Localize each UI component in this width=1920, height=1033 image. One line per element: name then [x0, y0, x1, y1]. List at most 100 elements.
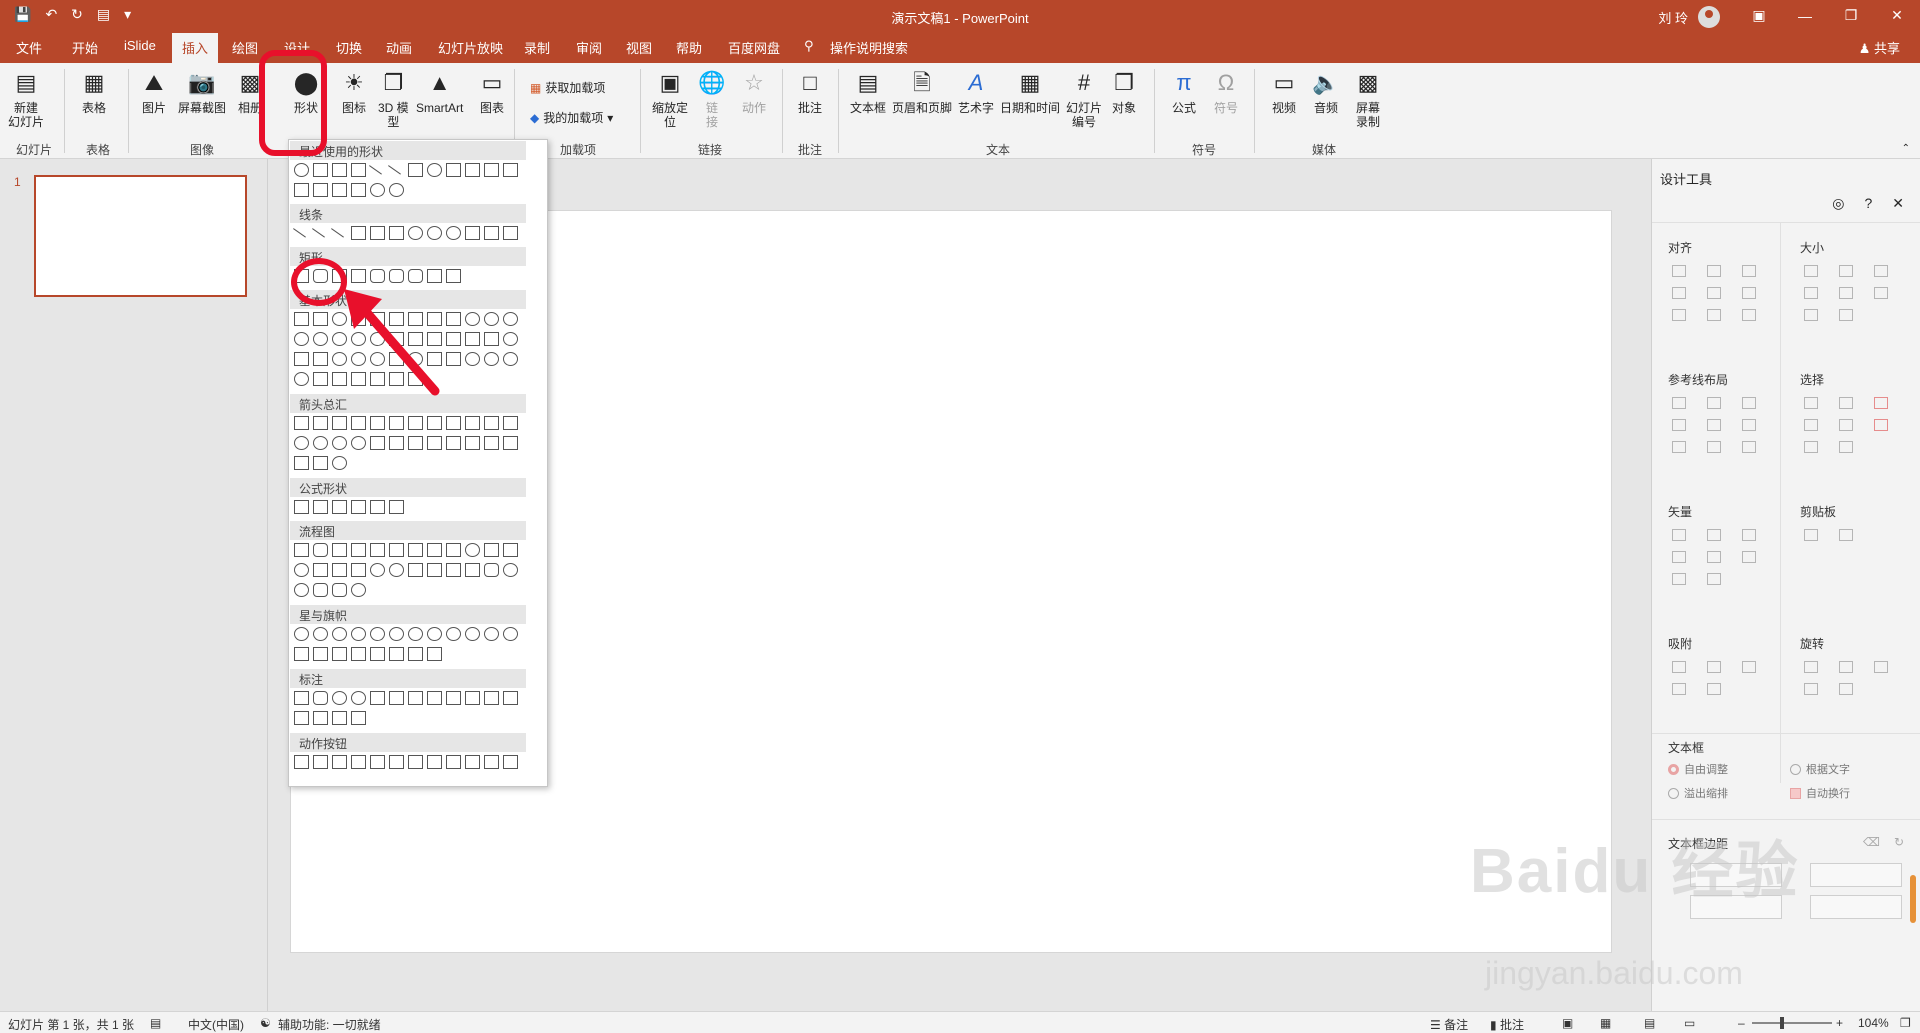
minus-shape[interactable] — [313, 500, 328, 514]
shape-item[interactable] — [313, 755, 328, 769]
equal-shape[interactable] — [370, 500, 385, 514]
align-center-icon[interactable] — [1707, 265, 1721, 277]
shape-item[interactable] — [465, 543, 480, 557]
guide-icon[interactable] — [1672, 419, 1686, 431]
overflow-shrink-option[interactable]: 溢出缩排 — [1668, 785, 1728, 801]
rotate-left-icon[interactable] — [1804, 661, 1818, 673]
rotate-right-icon[interactable] — [1839, 661, 1853, 673]
shape-item[interactable] — [465, 691, 480, 705]
shape-item[interactable] — [465, 352, 480, 366]
align-right-icon[interactable] — [1742, 265, 1756, 277]
shape-item[interactable] — [294, 456, 309, 470]
shape-item[interactable] — [313, 183, 328, 197]
fit-slide-icon[interactable]: ❐ — [1900, 1016, 1911, 1030]
shape-item[interactable] — [408, 543, 423, 557]
swap-icon[interactable] — [1874, 287, 1888, 299]
tab-slideshow[interactable]: 幻灯片放映 — [438, 38, 503, 57]
slideshow-view-icon[interactable]: ▭ — [1684, 1016, 1695, 1030]
close-icon[interactable]: ✕ — [1892, 195, 1904, 212]
shape-item[interactable] — [332, 647, 347, 661]
distribute-h-icon[interactable] — [1672, 309, 1686, 321]
target-icon[interactable]: ◎ — [1832, 195, 1844, 212]
tab-draw[interactable]: 绘图 — [232, 38, 258, 57]
shape-item[interactable] — [465, 312, 480, 326]
shape-item[interactable] — [503, 627, 518, 641]
shape-item[interactable] — [351, 416, 366, 430]
shape-item[interactable] — [427, 627, 442, 641]
audio-button[interactable]: 🔈 音频 — [1312, 69, 1340, 116]
zoom-slider-thumb[interactable] — [1780, 1017, 1784, 1029]
wordart-button[interactable]: A 艺术字 — [958, 69, 994, 116]
action-button[interactable]: ☆ 动作 — [740, 69, 768, 116]
shape-item[interactable] — [294, 163, 309, 177]
zoom-button[interactable]: ▣ 缩放定 位 — [652, 69, 688, 130]
shape-item[interactable] — [427, 647, 442, 661]
shape-item[interactable] — [389, 436, 404, 450]
margin-bottom-input[interactable] — [1810, 895, 1902, 919]
wrap-text-option[interactable]: 自动换行 — [1790, 785, 1850, 801]
reading-view-icon[interactable]: ▤ — [1644, 1016, 1655, 1030]
snap-icon[interactable] — [1672, 661, 1686, 673]
shape-item[interactable] — [370, 755, 385, 769]
shape-item[interactable] — [351, 711, 366, 725]
tab-help[interactable]: 帮助 — [676, 38, 702, 57]
snap-icon[interactable] — [1707, 683, 1721, 695]
guide-icon[interactable] — [1672, 397, 1686, 409]
shape-item[interactable] — [389, 691, 404, 705]
avatar[interactable] — [1698, 6, 1720, 28]
tab-review[interactable]: 审阅 — [576, 38, 602, 57]
shape-item[interactable] — [446, 226, 461, 240]
guide-icon[interactable] — [1742, 419, 1756, 431]
comment-button[interactable]: □ 批注 — [796, 69, 824, 116]
shape-item[interactable] — [389, 647, 404, 661]
shape-item[interactable] — [370, 183, 385, 197]
margin-right-input[interactable] — [1810, 863, 1902, 887]
select-icon[interactable] — [1839, 419, 1853, 431]
shape-item[interactable] — [484, 627, 499, 641]
shape-item[interactable] — [313, 563, 328, 577]
shape-item[interactable] — [389, 183, 404, 197]
shape-item[interactable] — [351, 543, 366, 557]
slide-number-button[interactable]: # 幻灯片 编号 — [1066, 69, 1102, 130]
shape-item[interactable] — [369, 159, 386, 175]
my-addins-button[interactable]: ◆ 我的加载项 ▾ — [530, 109, 613, 126]
divide-shape[interactable] — [351, 500, 366, 514]
shape-item[interactable] — [389, 416, 404, 430]
autofit-free-option[interactable]: 自由调整 — [1668, 761, 1728, 777]
shape-item[interactable] — [294, 183, 309, 197]
shape-item[interactable] — [389, 269, 404, 283]
shape-item[interactable] — [294, 416, 309, 430]
align-top-icon[interactable] — [1672, 287, 1686, 299]
spellcheck-icon[interactable]: ▤ — [150, 1016, 161, 1030]
link-button[interactable]: 🌐 链 接 — [698, 69, 726, 130]
shape-item[interactable] — [503, 226, 518, 240]
shape-item[interactable] — [313, 352, 328, 366]
shape-item[interactable] — [332, 163, 347, 177]
shape-item[interactable] — [294, 711, 309, 725]
shape-item[interactable] — [503, 543, 518, 557]
shape-item[interactable] — [503, 352, 518, 366]
smartart-button[interactable]: ▲ SmartArt — [416, 69, 463, 116]
shape-item[interactable] — [294, 755, 309, 769]
same-width-icon[interactable] — [1804, 265, 1818, 277]
screenshot-button[interactable]: 📷 屏幕截图 — [178, 69, 226, 116]
shape-item[interactable] — [370, 436, 385, 450]
shape-item[interactable] — [484, 352, 499, 366]
shape-item[interactable] — [503, 755, 518, 769]
shape-item[interactable] — [294, 627, 309, 641]
zoom-out-icon[interactable]: – — [1738, 1016, 1745, 1030]
shape-item[interactable] — [408, 436, 423, 450]
shape-item[interactable] — [408, 755, 423, 769]
tab-file[interactable]: 文件 — [16, 38, 42, 57]
textbox-button[interactable]: ▤ 文本框 — [850, 69, 886, 116]
shape-item[interactable] — [294, 647, 309, 661]
edit-points-icon[interactable] — [1742, 551, 1756, 563]
refresh-icon[interactable]: ↻ — [1894, 835, 1904, 849]
shape-item[interactable] — [484, 332, 499, 346]
sorter-view-icon[interactable]: ▦ — [1600, 1016, 1611, 1030]
paste-icon[interactable] — [1839, 529, 1853, 541]
shape-item[interactable] — [503, 312, 518, 326]
user-account[interactable]: 刘 玲 — [1658, 6, 1720, 28]
shape-item[interactable] — [503, 436, 518, 450]
shape-item[interactable] — [503, 563, 518, 577]
